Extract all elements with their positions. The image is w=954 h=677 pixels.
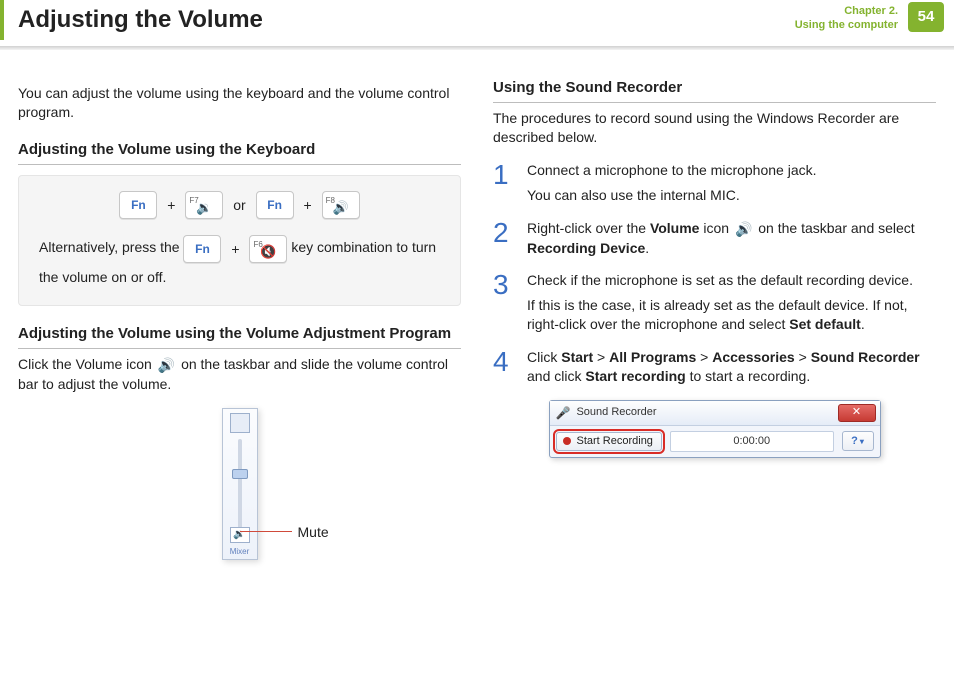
mute-callout-line (240, 531, 292, 532)
record-dot-icon (563, 437, 571, 445)
step-1: 1 Connect a microphone to the microphone… (493, 161, 936, 205)
mute-button[interactable]: 🔉 (230, 527, 250, 543)
volume-popup-panel[interactable]: 🔉 Mixer (222, 408, 258, 560)
recording-time-display: 0:00:00 (670, 431, 834, 452)
right-column: Using the Sound Recorder The procedures … (493, 78, 936, 667)
step2-body: Right-click over the Volume icon 🔊 on th… (527, 219, 936, 258)
section-keyboard-heading: Adjusting the Volume using the Keyboard (18, 140, 461, 165)
plus-sign: + (167, 197, 175, 213)
left-column: You can adjust the volume using the keyb… (18, 78, 461, 667)
step-2: 2 Right-click over the Volume icon 🔊 on … (493, 219, 936, 258)
gt: > (593, 349, 609, 365)
plus-sign: + (231, 241, 239, 257)
step-4: 4 Click Start > All Programs > Accessori… (493, 348, 936, 386)
step-number: 4 (493, 348, 513, 386)
help-button[interactable]: ? ▾ (842, 431, 874, 451)
section-program-heading: Adjusting the Volume using the Volume Ad… (18, 324, 461, 349)
plus-sign: + (304, 197, 312, 213)
f8-label: F8 (326, 193, 335, 209)
bold-volume: Volume (650, 220, 700, 236)
program-pre-text: Click the Volume icon (18, 356, 156, 372)
gt: > (795, 349, 811, 365)
fn-key-icon: Fn (119, 191, 157, 219)
microphone-icon: 🎤 (556, 405, 571, 421)
step-3: 3 Check if the microphone is set as the … (493, 271, 936, 334)
keyboard-shortcut-box: Fn + F7 🔉 or Fn + F8 🔊 Alternatively, pr… (18, 175, 461, 306)
speaker-icon: 🔊 (158, 356, 175, 375)
window-titlebar[interactable]: 🎤 Sound Recorder ✕ (550, 401, 880, 426)
step2-end: . (645, 240, 649, 256)
step1-line1: Connect a microphone to the microphone j… (527, 161, 936, 180)
dropdown-icon: ▾ (860, 433, 864, 450)
bold-all-programs: All Programs (609, 349, 696, 365)
window-title: Sound Recorder (576, 405, 656, 420)
bold-start: Start (561, 349, 593, 365)
bold-accessories: Accessories (712, 349, 795, 365)
step4-pre: Click (527, 349, 561, 365)
program-text: Click the Volume icon 🔊 on the taskbar a… (18, 355, 461, 394)
page-number-badge: 54 (908, 2, 944, 32)
bold-sound-recorder: Sound Recorder (811, 349, 920, 365)
volume-device-icon (230, 413, 250, 433)
header-divider (0, 46, 954, 50)
content-columns: You can adjust the volume using the keyb… (18, 78, 936, 667)
bold-set-default: Set default (789, 316, 861, 332)
f8-key-icon: F8 🔊 (322, 191, 360, 219)
key-combo-row: Fn + F7 🔉 or Fn + F8 🔊 (39, 190, 440, 219)
step4-end: to start a recording. (686, 368, 811, 384)
section-recorder-heading: Using the Sound Recorder (493, 78, 936, 103)
help-icon: ? (851, 433, 858, 450)
alt-pre-text: Alternatively, press the (39, 239, 183, 255)
chapter-line2: Using the computer (795, 18, 898, 32)
f7-key-icon: F7 🔉 (185, 191, 223, 219)
alt-combo-row: Alternatively, press the Fn + F6 🔇 key c… (39, 233, 440, 290)
page-header: Adjusting the Volume Chapter 2. Using th… (0, 0, 954, 40)
step3-line1: Check if the microphone is set as the de… (527, 271, 936, 290)
step2-mid: icon (699, 220, 732, 236)
volume-slider-track[interactable] (238, 439, 242, 529)
step3-line2: If this is the case, it is already set a… (527, 296, 936, 334)
mixer-link[interactable]: Mixer (223, 547, 257, 558)
chapter-line1: Chapter 2. (795, 4, 898, 18)
start-recording-label: Start Recording (577, 434, 653, 449)
fn-key-icon: Fn (183, 235, 221, 263)
gt: > (696, 349, 712, 365)
sound-recorder-window: 🎤 Sound Recorder ✕ Start Recording 0:00:… (549, 400, 881, 458)
fn-key-icon: Fn (256, 191, 294, 219)
step1-line2: You can also use the internal MIC. (527, 186, 936, 205)
step-number: 1 (493, 161, 513, 205)
f6-key-icon: F6 🔇 (249, 235, 287, 263)
bold-recording-device: Recording Device (527, 240, 645, 256)
chapter-label: Chapter 2. Using the computer (795, 4, 898, 32)
recorder-body: Start Recording 0:00:00 ? ▾ (550, 426, 880, 457)
step-number: 2 (493, 219, 513, 258)
or-text: or (233, 197, 245, 213)
page-title: Adjusting the Volume (18, 6, 263, 33)
step2-post: on the taskbar and select (754, 220, 914, 236)
step4-mid: and click (527, 368, 585, 384)
intro-text: You can adjust the volume using the keyb… (18, 84, 461, 122)
step3b-end: . (861, 316, 865, 332)
close-button[interactable]: ✕ (838, 404, 876, 422)
volume-slider-thumb[interactable] (232, 469, 248, 479)
step4-body: Click Start > All Programs > Accessories… (527, 348, 936, 386)
f7-label: F7 (189, 193, 198, 209)
volume-slider-figure: 🔉 Mixer Mute (110, 408, 370, 560)
speaker-icon: 🔊 (735, 220, 752, 239)
mute-callout-label: Mute (298, 523, 329, 542)
f6-label: F6 (253, 237, 262, 253)
start-recording-button[interactable]: Start Recording (556, 432, 662, 451)
step-number: 3 (493, 271, 513, 334)
step2-pre: Right-click over the (527, 220, 650, 236)
recorder-intro: The procedures to record sound using the… (493, 109, 936, 147)
bold-start-recording: Start recording (585, 368, 685, 384)
